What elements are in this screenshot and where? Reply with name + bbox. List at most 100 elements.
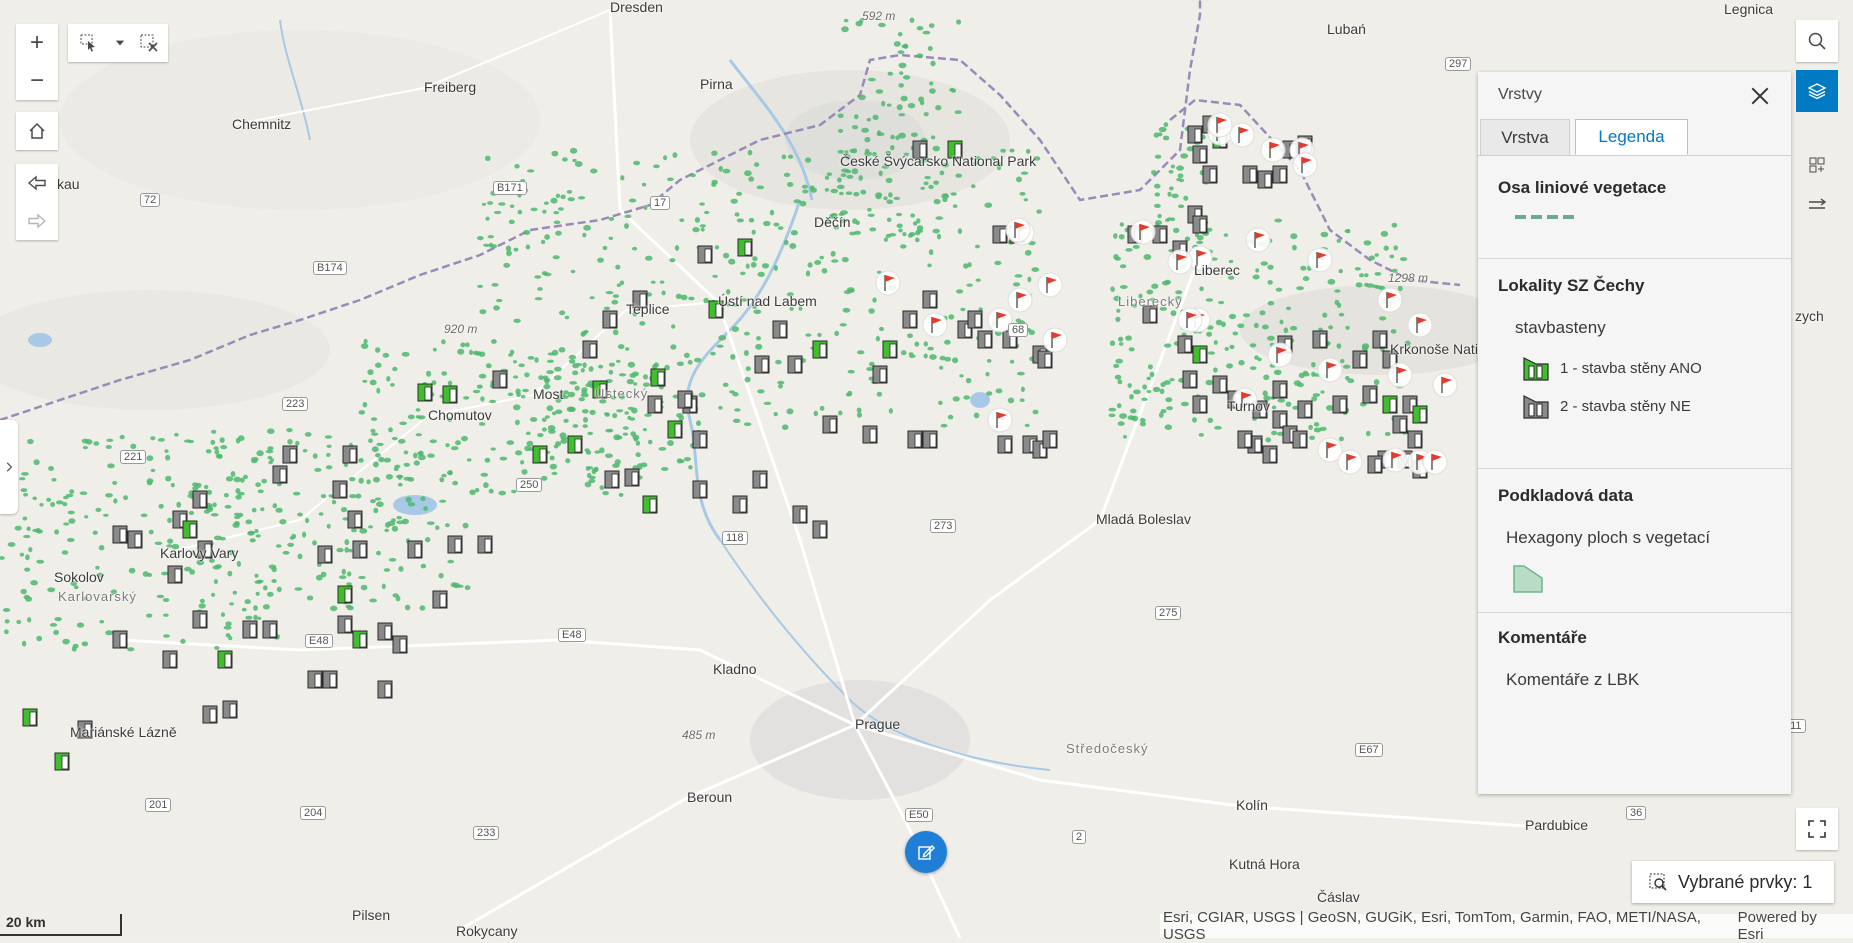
vegetation-hexagon[interactable] bbox=[995, 388, 1003, 394]
vegetation-hexagon[interactable] bbox=[276, 586, 282, 593]
vegetation-hexagon[interactable] bbox=[375, 453, 381, 458]
vegetation-hexagon[interactable] bbox=[777, 226, 784, 231]
vegetation-hexagon[interactable] bbox=[1108, 407, 1117, 412]
wall-site-ne-marker[interactable] bbox=[1367, 455, 1383, 474]
vegetation-hexagon[interactable] bbox=[684, 352, 690, 358]
vegetation-hexagon[interactable] bbox=[224, 504, 232, 509]
comment-flag-marker[interactable] bbox=[1337, 449, 1363, 475]
vegetation-hexagon[interactable] bbox=[542, 209, 547, 214]
vegetation-hexagon[interactable] bbox=[61, 550, 69, 555]
vegetation-hexagon[interactable] bbox=[868, 308, 875, 314]
vegetation-hexagon[interactable] bbox=[331, 499, 337, 505]
vegetation-hexagon[interactable] bbox=[305, 517, 310, 524]
vegetation-hexagon[interactable] bbox=[537, 287, 543, 291]
vegetation-hexagon[interactable] bbox=[718, 405, 723, 410]
vegetation-hexagon[interactable] bbox=[1192, 417, 1197, 423]
vegetation-hexagon[interactable] bbox=[513, 247, 519, 252]
vegetation-hexagon[interactable] bbox=[851, 168, 859, 175]
vegetation-hexagon[interactable] bbox=[362, 402, 368, 408]
vegetation-hexagon[interactable] bbox=[1114, 374, 1122, 380]
vegetation-hexagon[interactable] bbox=[457, 348, 465, 355]
vegetation-hexagon[interactable] bbox=[23, 534, 31, 539]
wall-site-ne-marker[interactable] bbox=[1182, 370, 1198, 389]
vegetation-hexagon[interactable] bbox=[318, 512, 324, 516]
vegetation-hexagon[interactable] bbox=[744, 170, 752, 177]
vegetation-hexagon[interactable] bbox=[390, 383, 395, 387]
vegetation-hexagon[interactable] bbox=[1229, 344, 1235, 350]
side-panel-expand-button[interactable] bbox=[0, 420, 18, 514]
vegetation-hexagon[interactable] bbox=[837, 113, 844, 119]
vegetation-hexagon[interactable] bbox=[297, 512, 303, 517]
vegetation-hexagon[interactable] bbox=[878, 170, 883, 177]
vegetation-hexagon[interactable] bbox=[445, 523, 450, 528]
vegetation-hexagon[interactable] bbox=[787, 154, 794, 159]
vegetation-hexagon[interactable] bbox=[425, 537, 431, 543]
vegetation-hexagon[interactable] bbox=[1163, 380, 1171, 385]
vegetation-hexagon[interactable] bbox=[568, 354, 577, 360]
vegetation-hexagon[interactable] bbox=[19, 477, 26, 481]
vegetation-hexagon[interactable] bbox=[520, 460, 525, 465]
comment-flag-marker[interactable] bbox=[1007, 287, 1033, 313]
wall-site-ne-marker[interactable] bbox=[392, 635, 408, 654]
vegetation-hexagon[interactable] bbox=[578, 196, 586, 200]
wall-site-ne-marker[interactable] bbox=[1212, 375, 1228, 394]
wall-site-ano-marker[interactable] bbox=[642, 495, 658, 514]
vegetation-hexagon[interactable] bbox=[622, 426, 629, 430]
vegetation-hexagon[interactable] bbox=[1199, 286, 1204, 292]
wall-site-ne-marker[interactable] bbox=[167, 565, 183, 584]
vegetation-hexagon[interactable] bbox=[174, 432, 179, 437]
vegetation-hexagon[interactable] bbox=[1363, 240, 1372, 246]
vegetation-hexagon[interactable] bbox=[551, 471, 558, 476]
vegetation-hexagon[interactable] bbox=[1338, 268, 1343, 274]
comment-flag-marker[interactable] bbox=[1422, 449, 1448, 475]
vegetation-hexagon[interactable] bbox=[477, 284, 483, 288]
vegetation-hexagon[interactable] bbox=[944, 339, 951, 345]
vegetation-hexagon[interactable] bbox=[358, 477, 364, 484]
vegetation-hexagon[interactable] bbox=[887, 71, 894, 76]
vegetation-hexagon[interactable] bbox=[488, 242, 494, 248]
vegetation-hexagon[interactable] bbox=[696, 420, 701, 427]
wall-site-ne-marker[interactable] bbox=[1187, 125, 1203, 144]
vegetation-hexagon[interactable] bbox=[513, 375, 519, 379]
vegetation-hexagon[interactable] bbox=[4, 629, 9, 635]
vegetation-hexagon[interactable] bbox=[842, 307, 851, 313]
vegetation-hexagon[interactable] bbox=[253, 614, 258, 621]
vegetation-hexagon[interactable] bbox=[893, 41, 901, 47]
vegetation-hexagon[interactable] bbox=[703, 297, 709, 304]
vegetation-hexagon[interactable] bbox=[547, 359, 554, 363]
vegetation-hexagon[interactable] bbox=[93, 441, 100, 446]
vegetation-hexagon[interactable] bbox=[582, 362, 587, 368]
vegetation-hexagon[interactable] bbox=[513, 404, 521, 411]
vegetation-hexagon[interactable] bbox=[261, 478, 268, 484]
vegetation-hexagon[interactable] bbox=[213, 579, 218, 585]
vegetation-hexagon[interactable] bbox=[527, 169, 535, 173]
vegetation-hexagon[interactable] bbox=[367, 369, 374, 376]
vegetation-hexagon[interactable] bbox=[718, 165, 723, 172]
vegetation-hexagon[interactable] bbox=[225, 633, 231, 638]
vegetation-hexagon[interactable] bbox=[546, 405, 554, 412]
vegetation-hexagon[interactable] bbox=[915, 229, 924, 234]
vegetation-hexagon[interactable] bbox=[755, 343, 763, 350]
vegetation-hexagon[interactable] bbox=[572, 158, 577, 163]
vegetation-hexagon[interactable] bbox=[28, 547, 33, 553]
vegetation-hexagon[interactable] bbox=[488, 488, 494, 494]
wall-site-ne-marker[interactable] bbox=[1192, 145, 1208, 164]
vegetation-hexagon[interactable] bbox=[469, 489, 476, 496]
vegetation-hexagon[interactable] bbox=[680, 294, 688, 301]
vegetation-hexagon[interactable] bbox=[521, 395, 526, 399]
vegetation-hexagon[interactable] bbox=[902, 232, 907, 237]
vegetation-hexagon[interactable] bbox=[30, 580, 38, 586]
vegetation-hexagon[interactable] bbox=[612, 294, 620, 298]
vegetation-hexagon[interactable] bbox=[1267, 264, 1274, 270]
vegetation-hexagon[interactable] bbox=[527, 356, 535, 360]
wall-site-ne-marker[interactable] bbox=[432, 590, 448, 609]
vegetation-hexagon[interactable] bbox=[534, 357, 539, 363]
vegetation-hexagon[interactable] bbox=[872, 297, 877, 303]
vegetation-hexagon[interactable] bbox=[736, 218, 744, 223]
vegetation-hexagon[interactable] bbox=[461, 435, 468, 442]
wall-site-ano-marker[interactable] bbox=[182, 520, 198, 539]
vegetation-hexagon[interactable] bbox=[1119, 285, 1128, 289]
vegetation-hexagon[interactable] bbox=[407, 414, 415, 420]
vegetation-hexagon[interactable] bbox=[1238, 360, 1245, 366]
vegetation-hexagon[interactable] bbox=[1154, 203, 1161, 208]
